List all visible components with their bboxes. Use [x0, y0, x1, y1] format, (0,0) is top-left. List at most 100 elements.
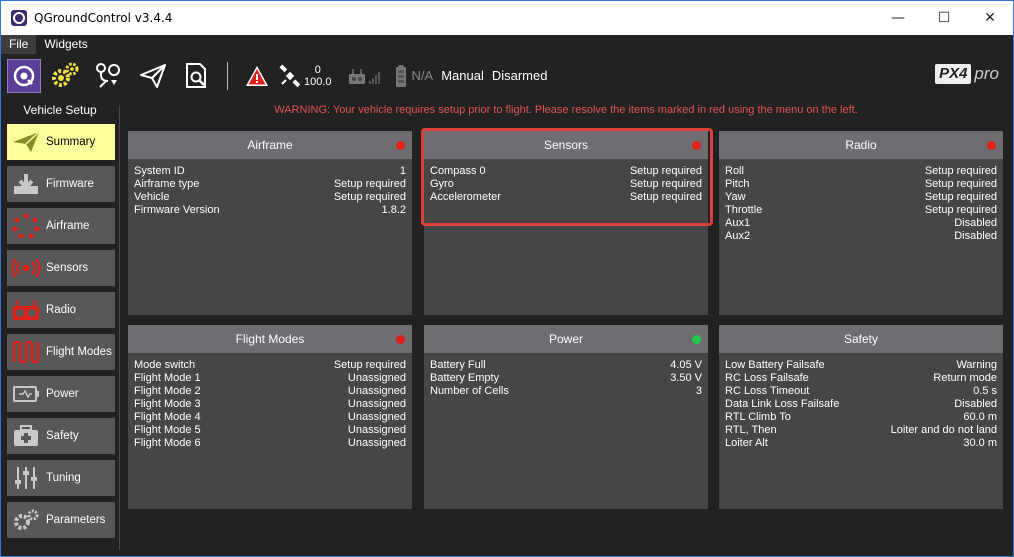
row-label: Airframe type [134, 178, 200, 190]
battery-icon [395, 64, 406, 87]
card-row: Throttle Setup required [725, 204, 997, 217]
sliders-icon [10, 464, 42, 492]
sidebar-item-airframe[interactable]: Airframe [7, 208, 115, 244]
card-row: Flight Mode 4 Unassigned [134, 411, 406, 424]
sidebar-item-tuning[interactable]: Tuning [7, 460, 115, 496]
card-row: Number of Cells 3 [430, 385, 702, 398]
vehicle-setup-button[interactable] [45, 56, 85, 96]
messages-indicator[interactable] [242, 56, 272, 96]
paper-plane-icon [140, 63, 166, 88]
row-value: Unassigned [347, 398, 406, 410]
sidebar-item-power[interactable]: Power [7, 376, 115, 412]
airframe-icon [10, 212, 42, 240]
card-row: RC Loss Timeout 0.5 s [725, 385, 997, 398]
fly-view-button[interactable] [133, 56, 173, 96]
vehicle-setup-sidebar: Vehicle Setup Summary Firmware Airframe … [1, 97, 119, 556]
menu-widgets[interactable]: Widgets [36, 35, 95, 54]
row-value: Unassigned [347, 424, 406, 436]
maximize-button[interactable]: ☐ [921, 1, 967, 35]
card-header[interactable]: Power [424, 325, 708, 353]
arm-state-indicator[interactable]: Disarmed [492, 68, 548, 83]
row-label: RTL Climb To [725, 411, 791, 423]
card-row: Battery Full 4.05 V [430, 359, 702, 372]
brand-pro: pro [974, 64, 999, 83]
row-label: Throttle [725, 204, 763, 216]
row-label: Loiter Alt [725, 437, 768, 449]
sidebar-item-label: Parameters [46, 514, 106, 526]
close-button[interactable]: ✕ [967, 1, 1013, 35]
qgc-logo-icon [13, 65, 35, 86]
plan-view-button[interactable] [89, 56, 129, 96]
sidebar-item-label: Radio [46, 304, 77, 316]
row-value: Setup required [924, 204, 997, 216]
row-value: Setup required [924, 191, 997, 203]
row-value: 1 [399, 165, 406, 177]
row-label: Firmware Version [134, 204, 220, 216]
download-icon [10, 170, 42, 198]
route-pin-icon [96, 62, 120, 88]
row-value: Unassigned [347, 372, 406, 384]
row-label: Roll [725, 165, 744, 177]
sidebar-item-summary[interactable]: Summary [7, 124, 115, 160]
sidebar-item-firmware[interactable]: Firmware [7, 166, 115, 202]
card-title: Airframe [247, 138, 293, 152]
card-header[interactable]: Airframe [128, 131, 412, 159]
row-label: RTL, Then [725, 424, 777, 436]
row-label: RC Loss Failsafe [725, 372, 809, 384]
status-indicator-red [396, 141, 405, 150]
card-title: Radio [845, 138, 877, 152]
row-value: Disabled [954, 217, 997, 229]
sidebar-item-label: Firmware [46, 178, 94, 190]
sidebar-item-label: Power [46, 388, 79, 400]
satellite-icon [279, 63, 301, 87]
sidebar-item-label: Tuning [46, 472, 81, 484]
window-controls: — ☐ ✕ [875, 1, 1013, 35]
sidebar-item-parameters[interactable]: Parameters [7, 502, 115, 538]
card-body: System ID 1 Airframe type Setup required V… [128, 159, 412, 217]
px4-pro-logo: PX4 pro [935, 64, 999, 84]
sidebar-item-radio[interactable]: Radio [7, 292, 115, 328]
gps-indicator[interactable]: 0 100.0 [278, 64, 332, 88]
title-bar: QGroundControl v3.4.4 — ☐ ✕ [1, 1, 1013, 35]
card-row: Battery Empty 3.50 V [430, 372, 702, 385]
toolbar-divider [227, 61, 228, 90]
gears-icon [52, 62, 79, 87]
warning-icon [246, 65, 268, 86]
card-header[interactable]: Radio [719, 131, 1003, 159]
row-label: Aux2 [725, 230, 751, 242]
card-header[interactable]: Flight Modes [128, 325, 412, 353]
row-value: 1.8.2 [381, 204, 406, 216]
summary-card-radio: Radio Roll Setup required Pitch Setup requ… [719, 131, 1003, 315]
battery-icon [10, 380, 42, 408]
analyze-button[interactable] [177, 56, 217, 96]
row-label: Battery Empty [430, 372, 500, 384]
battery-indicator[interactable] [394, 56, 408, 96]
row-value: Unassigned [347, 437, 406, 449]
card-row: Low Battery Failsafe Warning [725, 359, 997, 372]
card-row: Flight Mode 1 Unassigned [134, 372, 406, 385]
brand-px4: PX4 [935, 64, 972, 84]
qgc-logo-button[interactable] [7, 58, 41, 93]
sidebar-item-flight-modes[interactable]: Flight Modes [7, 334, 115, 370]
card-header[interactable]: Safety [719, 325, 1003, 353]
row-value: 4.05 V [670, 359, 702, 371]
row-value: Unassigned [347, 385, 406, 397]
sidebar-item-safety[interactable]: Safety [7, 418, 115, 454]
card-title: Safety [843, 332, 879, 346]
row-value: 30.0 m [963, 437, 997, 449]
sidebar-item-label: Summary [46, 136, 96, 148]
card-row: Roll Setup required [725, 165, 997, 178]
menu-file[interactable]: File [1, 35, 37, 54]
card-row: Aux1 Disabled [725, 217, 997, 230]
minimize-button[interactable]: — [875, 1, 921, 35]
flight-mode-selector[interactable]: Manual [441, 68, 484, 83]
setup-warning: WARNING: Your vehicle requires setup pri… [274, 104, 858, 116]
rc-rssi-indicator[interactable] [346, 56, 382, 96]
sidebar-title: Vehicle Setup [23, 103, 97, 117]
row-value: Loiter and do not land [890, 424, 997, 436]
sidebar-item-sensors[interactable]: Sensors [7, 250, 115, 286]
row-value: 3 [695, 385, 702, 397]
battery-value: N/A [411, 68, 434, 83]
menu-bar: File Widgets [1, 35, 1013, 54]
row-label: Mode switch [134, 359, 196, 371]
